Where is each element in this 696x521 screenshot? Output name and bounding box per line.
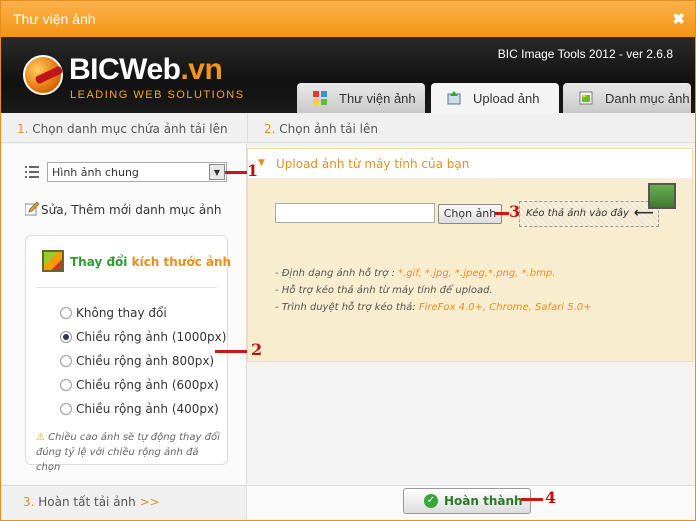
info-formats: *.gif, *.jpg, *.jpeg,*.png, *.bmp. [398,268,556,279]
tab-image-library[interactable]: Thư viện ảnh [297,83,425,113]
title-bar: Thư viện ảnh ✖ [1,1,695,37]
resize-option-600[interactable]: Chiều rộng ảnh (600px) [60,378,219,392]
resize-icon [42,250,64,272]
brand-main: BICWeb [69,53,181,86]
upload-panel-header[interactable]: ▼ Upload ảnh từ máy tính của bạn [248,149,692,179]
annotation-number: 1 [247,161,259,180]
step-number: 3. [23,495,35,509]
annotation-arrow [215,350,247,353]
drop-zone-label: Kéo thả ảnh vào đây [526,208,629,219]
brand-suffix: .vn [180,53,223,86]
resize-option-label: Không thay đổi [76,306,167,320]
radio-button[interactable] [60,403,72,415]
resize-options-box: Thay đổi kích thước ảnh Không thay đổi C… [25,235,231,473]
info-formats-label: - Định dạng ảnh hỗ trợ : [275,268,399,279]
category-panel: Hình ảnh chung ▼ Sửa, Thêm mới danh mục … [1,144,247,484]
tab-upload-image[interactable]: Upload ảnh [431,83,559,113]
image-library-window: BICWeb.vn BICWeb.vn BICWeb.vn BICWeb.vn … [0,0,696,521]
chevron-down-icon[interactable]: ▼ [209,164,225,180]
annotation-number: 3 [509,202,521,221]
resize-option-400[interactable]: Chiều rộng ảnh (400px) [60,402,219,416]
info-browsers: FireFox 4.0+, Chrome, Safari 5.0+ [418,302,592,313]
photo-icon [648,183,676,209]
double-arrow-icon: >> [139,495,160,509]
step-label: Chọn ảnh tải lên [279,122,378,136]
upload-area: ▼ Upload ảnh từ máy tính của bạn Chọn ản… [247,144,695,484]
window-title: Thư viện ảnh [13,11,96,27]
collapse-triangle-icon: ▼ [258,158,265,168]
upload-panel-title: Upload ảnh từ máy tính của bạn [276,157,470,171]
check-icon: ✓ [424,494,438,508]
category-icon [579,91,593,105]
resize-option-label: Chiều rộng ảnh 800px) [76,354,215,368]
warning-icon: ⚠ [36,432,45,443]
finish-bar: ✓ Hoàn thành [247,485,695,520]
radio-button[interactable] [60,355,72,367]
resize-option-label: Chiều rộng ảnh (600px) [76,378,219,392]
upload-icon [447,91,461,105]
annotation-arrow [495,212,509,215]
resize-option-label: Chiều rộng ảnh (1000px) [76,330,227,344]
step-number: 2. [264,122,276,136]
finish-button[interactable]: ✓ Hoàn thành [403,488,531,514]
list-icon [25,166,39,178]
divider [36,287,217,288]
radio-button[interactable] [60,379,72,391]
info-browsers-label: - Trình duyệt hỗ trợ kéo thả: [275,302,419,313]
annotation-arrow [521,498,543,501]
resize-option-none[interactable]: Không thay đổi [60,306,167,320]
resize-option-800[interactable]: Chiều rộng ảnh 800px) [60,354,214,368]
finish-button-label: Hoàn thành [444,494,523,508]
resize-title-a: Thay đổi [70,255,128,269]
choose-image-button[interactable]: Chọn ảnh [438,204,502,224]
resize-option-label: Chiều rộng ảnh (400px) [76,402,219,416]
edit-category-label: Sửa, Thêm mới danh mục ảnh [41,203,222,217]
radio-button[interactable] [60,307,72,319]
tab-label: Thư viện ảnh [339,91,416,106]
step-2-header: 2. Chọn ảnh tải lên [247,113,695,143]
resize-note-text: Chiều cao ảnh sẽ tự động thay đổi đúng t… [36,432,220,473]
drop-zone[interactable]: Kéo thả ảnh vào đây ⟵ [519,201,659,227]
annotation-arrow [225,171,247,174]
step-label: Hoàn tất tải ảnh [38,495,136,509]
gallery-icon [313,91,327,105]
upload-panel: ▼ Upload ảnh từ máy tính của bạn Chọn ản… [247,148,693,362]
tab-label: Upload ảnh [473,91,540,106]
step-3-footer: 3. Hoàn tất tải ảnh >> [1,485,247,520]
info-drag-drop: - Hỗ trợ kéo thả ảnh từ máy tính để uplo… [275,285,493,296]
version-label: BIC Image Tools 2012 - ver 2.6.8 [497,47,673,61]
file-path-input[interactable] [275,203,435,223]
bicweb-logo: BICWeb.vn LEADING WEB SOLUTIONS [23,53,263,105]
pencil-icon [25,202,39,216]
category-select[interactable]: Hình ảnh chung ▼ [47,162,227,182]
resize-note: ⚠ Chiều cao ảnh sẽ tự động thay đổi đúng… [36,430,221,475]
close-icon[interactable]: ✖ [672,10,685,28]
annotation-number: 4 [545,488,557,507]
tab-label: Danh mục ảnh [605,91,690,106]
step-label: Chọn danh mục chứa ảnh tải lên [32,122,228,136]
step-1-header: 1. Chọn danh mục chứa ảnh tải lên [1,113,247,143]
brand-name: BICWeb.vn [69,53,223,87]
globe-icon [23,55,63,95]
step-number: 1. [17,122,29,136]
tab-image-categories[interactable]: Danh mục ảnh [563,83,691,113]
resize-title: Thay đổi kích thước ảnh [42,250,231,272]
brand-tagline: LEADING WEB SOLUTIONS [70,89,245,101]
radio-button-selected[interactable] [60,331,72,343]
upload-info: - Định dạng ảnh hỗ trợ : *.gif, *.jpg, *… [275,265,592,316]
category-select-value: Hình ảnh chung [52,166,139,179]
annotation-number: 2 [251,340,263,359]
app-header: BICWeb.vn LEADING WEB SOLUTIONS BIC Imag… [1,37,695,113]
resize-option-1000[interactable]: Chiều rộng ảnh (1000px) [60,330,226,344]
resize-title-b: kích thước ảnh [131,255,232,269]
edit-category-link[interactable]: Sửa, Thêm mới danh mục ảnh [25,202,221,217]
